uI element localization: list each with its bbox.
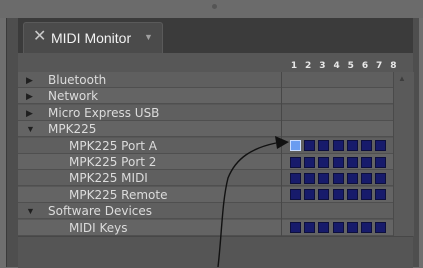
arrow-head	[275, 136, 289, 149]
arrow-line	[217, 142, 277, 267]
callout-arrow	[217, 136, 289, 267]
